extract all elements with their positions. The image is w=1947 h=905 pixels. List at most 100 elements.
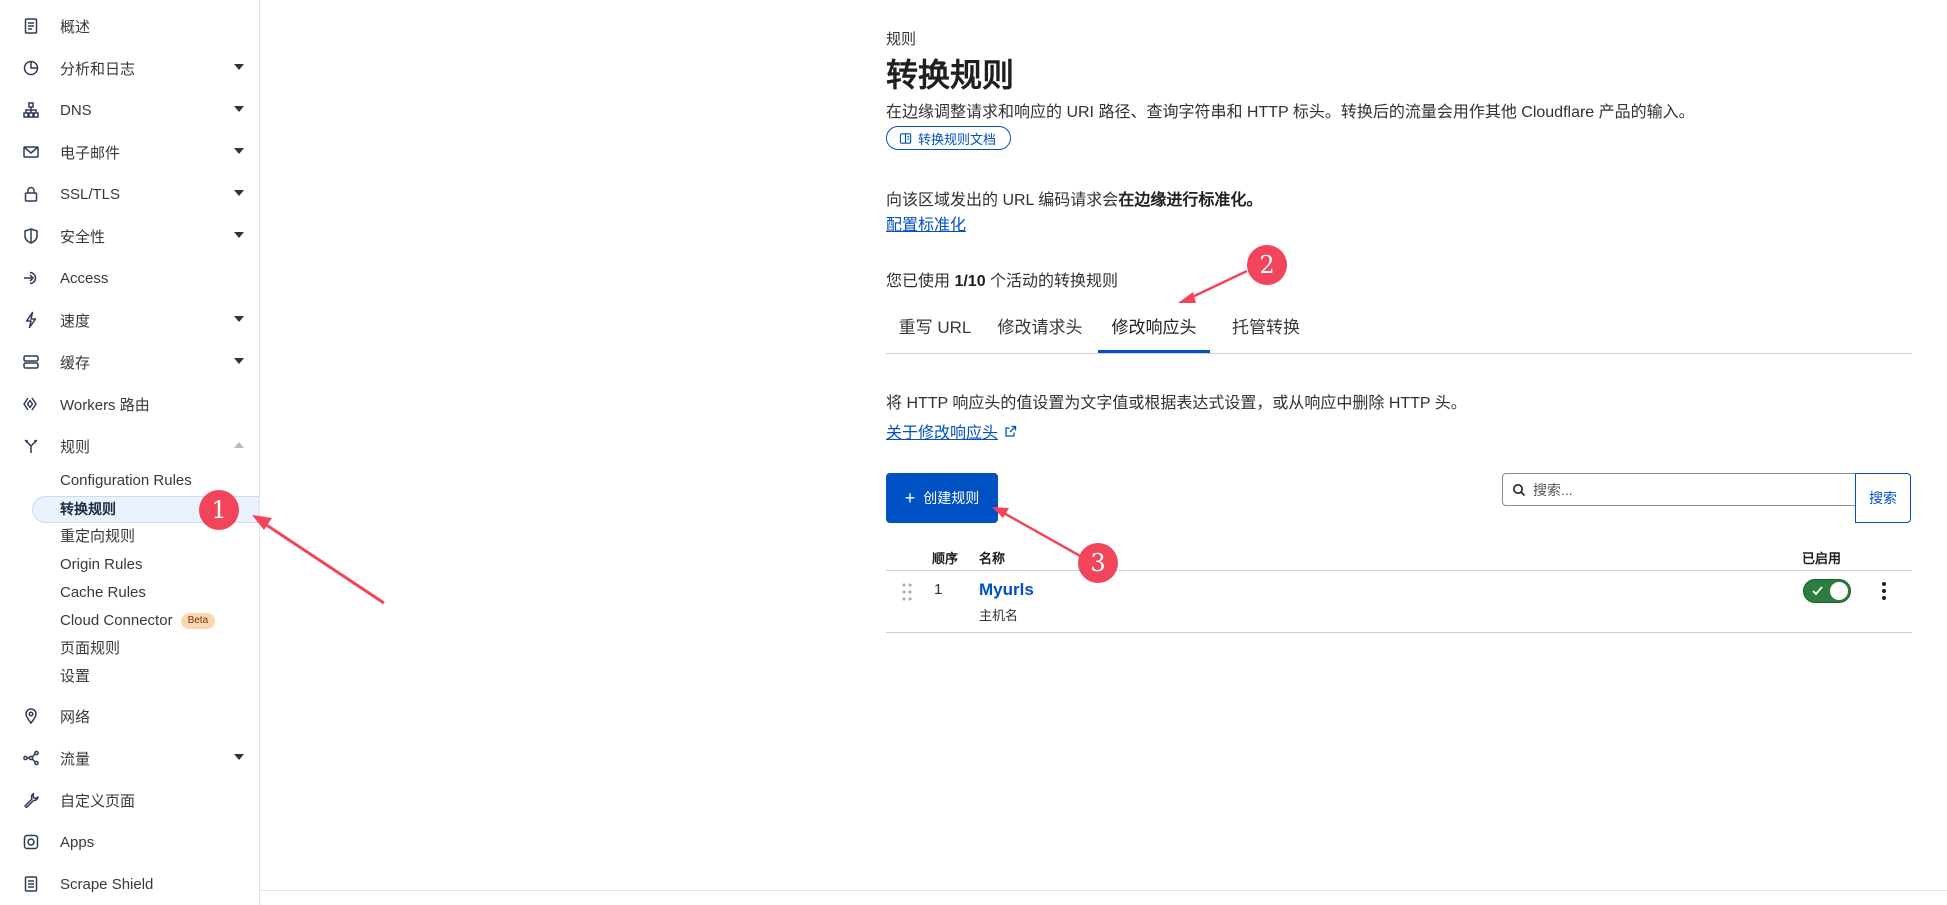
sidebar-item-label: 速度 bbox=[60, 312, 91, 330]
sidebar-item-security[interactable]: 安全性 bbox=[0, 218, 259, 254]
usage-suffix: 个活动的转换规则 bbox=[985, 273, 1119, 290]
lock-icon bbox=[22, 185, 40, 203]
annotation-marker-1: 1 bbox=[199, 490, 239, 530]
sidebar-item-caching[interactable]: 缓存 bbox=[0, 344, 259, 380]
drag-handle-icon[interactable] bbox=[901, 582, 913, 602]
sidebar-item-label: DNS bbox=[60, 101, 92, 119]
table-divider bbox=[886, 570, 1912, 571]
sidebar-item-dns[interactable]: DNS bbox=[0, 92, 259, 128]
sidebar-subitem-configuration-rules[interactable]: Configuration Rules bbox=[60, 469, 192, 493]
search-field[interactable] bbox=[1502, 473, 1856, 506]
tab-modify-response-header[interactable]: 修改响应头 bbox=[1098, 312, 1210, 353]
search-input[interactable] bbox=[1531, 480, 1835, 499]
sidebar-item-label: 规则 bbox=[60, 438, 91, 456]
sidebar-item-rules[interactable]: 规则 bbox=[0, 428, 259, 464]
annotation-marker-3: 3 bbox=[1078, 543, 1118, 583]
sidebar-item-label: Scrape Shield bbox=[60, 875, 154, 893]
sidebar-item-label: 自定义页面 bbox=[60, 792, 136, 810]
table-divider bbox=[886, 632, 1912, 633]
sidebar-item-label: 分析和日志 bbox=[60, 60, 136, 78]
normalization-text-bold: 在边缘进行标准化。 bbox=[1118, 192, 1263, 209]
sidebar-item-access[interactable]: Access bbox=[0, 260, 259, 296]
column-header-name[interactable]: 名称 bbox=[979, 548, 1005, 567]
chevron-down-icon bbox=[234, 358, 244, 364]
chevron-down-icon bbox=[234, 232, 244, 238]
sidebar-item-custom-pages[interactable]: 自定义页面 bbox=[0, 782, 259, 818]
configure-normalization-link[interactable]: 配置标准化 bbox=[886, 211, 966, 235]
beta-badge: Beta bbox=[180, 613, 216, 629]
tab-bar: 重写 URL 修改请求头 修改响应头 托管转换 bbox=[886, 312, 1912, 354]
rule-name-link[interactable]: Myurls bbox=[979, 580, 1034, 600]
sidebar-item-email[interactable]: 电子邮件 bbox=[0, 134, 259, 170]
about-link[interactable]: 关于修改响应头 bbox=[886, 419, 1017, 443]
sidebar-item-ssl-tls[interactable]: SSL/TLS bbox=[0, 176, 259, 212]
sidebar-item-network[interactable]: 网络 bbox=[0, 698, 259, 734]
normalization-text-prefix: 向该区域发出的 URL 编码请求会 bbox=[886, 192, 1119, 209]
sidebar-subitem-cloud-connector[interactable]: Cloud Connector Beta bbox=[60, 609, 216, 633]
network-icon bbox=[22, 101, 40, 119]
workers-icon bbox=[22, 395, 40, 413]
chevron-up-icon bbox=[234, 442, 244, 448]
docs-button-label: 转换规则文档 bbox=[918, 131, 997, 147]
sidebar: 概述 分析和日志 DNS 电子邮件 SSL/TLS 安全性 Access 速度 … bbox=[0, 0, 260, 905]
footer-divider bbox=[259, 890, 1947, 891]
chevron-down-icon bbox=[234, 754, 244, 760]
sidebar-item-label: Apps bbox=[60, 833, 95, 851]
sidebar-item-speed[interactable]: 速度 bbox=[0, 302, 259, 338]
sidebar-item-label: Cloud Connector bbox=[60, 612, 173, 629]
sidebar-item-scrape-shield[interactable]: Scrape Shield bbox=[0, 866, 259, 902]
sidebar-item-label: 网络 bbox=[60, 708, 91, 726]
external-link-icon bbox=[1005, 425, 1017, 437]
rule-subtitle: 主机名 bbox=[979, 608, 1019, 623]
sidebar-item-traffic[interactable]: 流量 bbox=[0, 740, 259, 776]
tab-modify-request-header[interactable]: 修改请求头 bbox=[984, 312, 1096, 352]
create-rule-button[interactable]: + 创建规则 bbox=[886, 473, 998, 523]
sidebar-item-analytics[interactable]: 分析和日志 bbox=[0, 50, 259, 86]
sidebar-item-label: 概述 bbox=[60, 18, 91, 36]
sidebar-subitem-settings[interactable]: 设置 bbox=[60, 665, 90, 689]
apps-icon bbox=[22, 833, 40, 851]
chevron-down-icon bbox=[234, 190, 244, 196]
sidebar-item-label: Access bbox=[60, 269, 109, 287]
usage-text: 您已使用 1/10 个活动的转换规则 bbox=[886, 267, 1118, 291]
book-icon bbox=[899, 132, 912, 144]
sidebar-item-label: 电子邮件 bbox=[60, 144, 121, 162]
sidebar-item-overview[interactable]: 概述 bbox=[0, 8, 259, 44]
sidebar-subitem-cache-rules[interactable]: Cache Rules bbox=[60, 581, 146, 605]
access-icon bbox=[22, 269, 40, 287]
sidebar-item-label: 缓存 bbox=[60, 354, 91, 372]
section-description: 将 HTTP 响应头的值设置为文字值或根据表达式设置，或从响应中删除 HTTP … bbox=[886, 395, 1467, 412]
search-button[interactable]: 搜索 bbox=[1855, 473, 1911, 523]
sidebar-item-label: Workers 路由 bbox=[60, 396, 150, 414]
sidebar-subitem-transform-rules[interactable]: 转换规则 bbox=[60, 497, 116, 521]
more-options-icon[interactable] bbox=[1878, 580, 1890, 602]
search-icon bbox=[1513, 483, 1526, 496]
sidebar-subitem-redirect-rules[interactable]: 重定向规则 bbox=[60, 525, 135, 549]
sidebar-item-apps[interactable]: Apps bbox=[0, 824, 259, 860]
location-icon bbox=[22, 707, 40, 725]
sidebar-item-workers-routes[interactable]: Workers 路由 bbox=[0, 386, 259, 422]
column-header-enabled: 已启用 bbox=[1802, 551, 1842, 566]
mail-icon bbox=[22, 143, 40, 161]
breadcrumb[interactable]: 规则 bbox=[886, 28, 916, 49]
sidebar-item-label: SSL/TLS bbox=[60, 185, 121, 203]
rules-icon bbox=[22, 437, 40, 455]
sidebar-item-label: 安全性 bbox=[60, 228, 106, 246]
rule-enabled-toggle[interactable] bbox=[1803, 579, 1851, 603]
sidebar-item-label: 流量 bbox=[60, 750, 91, 768]
sidebar-subitem-origin-rules[interactable]: Origin Rules bbox=[60, 553, 143, 577]
rule-order: 1 bbox=[934, 581, 943, 598]
docs-button[interactable]: 转换规则文档 bbox=[886, 126, 1012, 150]
sidebar-subitem-page-rules[interactable]: 页面规则 bbox=[60, 637, 120, 661]
tab-managed-transforms[interactable]: 托管转换 bbox=[1210, 312, 1322, 352]
plus-icon: + bbox=[904, 488, 916, 508]
wrench-icon bbox=[22, 791, 40, 809]
create-rule-label: 创建规则 bbox=[923, 490, 980, 506]
server-icon bbox=[22, 353, 40, 371]
pie-chart-icon bbox=[22, 59, 40, 77]
column-header-order[interactable]: 顺序 bbox=[932, 548, 958, 567]
normalization-text: 向该区域发出的 URL 编码请求会在边缘进行标准化。 bbox=[886, 186, 1262, 210]
tab-rewrite-url[interactable]: 重写 URL bbox=[886, 312, 984, 352]
page-title: 转换规则 bbox=[886, 57, 1015, 93]
usage-prefix: 您已使用 bbox=[886, 273, 955, 290]
